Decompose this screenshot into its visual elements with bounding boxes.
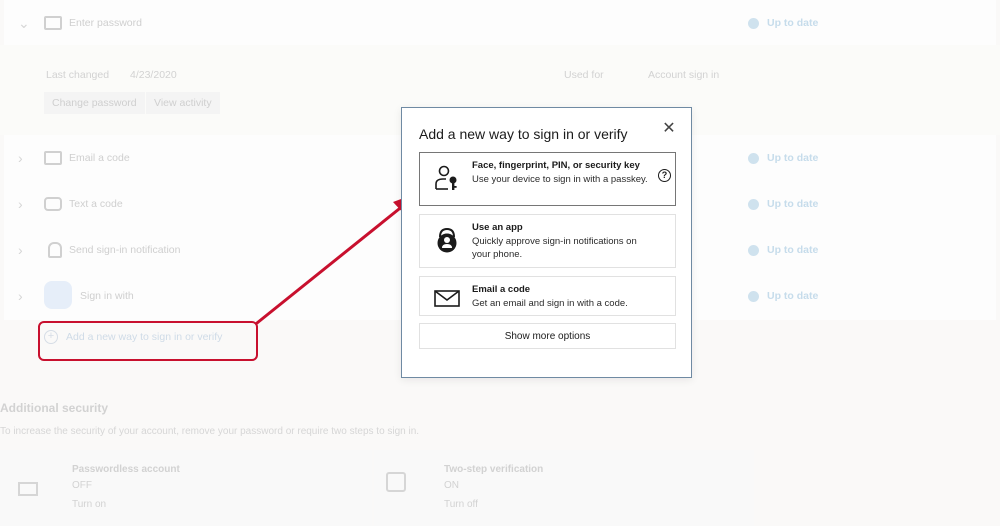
option-email-code[interactable]: Email a code Get an email and sign in wi… <box>419 276 676 316</box>
change-password-button[interactable]: Change password <box>44 92 145 114</box>
option-title: Use an app <box>472 222 523 233</box>
dialog-title: Add a new way to sign in or verify <box>419 126 628 142</box>
password-row-label: Enter password <box>69 17 142 29</box>
close-icon[interactable]: ✕ <box>661 121 677 137</box>
two-step-tile[interactable]: Two-step verification ON Turn off <box>374 450 754 526</box>
option-description: Get an email and sign in with a code. <box>472 298 628 309</box>
last-changed-value: 4/23/2020 <box>130 69 177 81</box>
chevron-down-icon[interactable]: ⌄ <box>18 15 30 32</box>
method-label: Send sign-in notification <box>69 244 181 256</box>
passwordless-state: OFF <box>72 480 92 491</box>
annotation-highlight-box <box>38 321 258 361</box>
status-dot-icon <box>748 152 759 164</box>
status-dot-icon <box>748 17 759 29</box>
chat-icon <box>44 197 62 211</box>
additional-security-title: Additional security <box>0 401 109 415</box>
passwordless-title: Passwordless account <box>72 464 180 475</box>
last-changed-label: Last changed <box>46 69 110 81</box>
option-title: Email a code <box>472 284 531 295</box>
status-dot-icon <box>748 198 759 210</box>
two-step-title: Two-step verification <box>444 464 544 475</box>
status-badge: Up to date <box>748 198 818 210</box>
method-label: Sign in with <box>80 290 134 302</box>
password-row[interactable]: ⌄ Enter password Up to date <box>4 0 996 45</box>
envelope-icon <box>44 151 62 165</box>
additional-security-description: To increase the security of your account… <box>0 426 420 437</box>
status-badge: Up to date <box>748 17 818 29</box>
chevron-right-icon[interactable]: › <box>18 150 23 166</box>
used-for-label: Used for <box>564 69 604 81</box>
envelope-icon <box>434 290 460 307</box>
option-title: Face, fingerprint, PIN, or security key <box>472 160 640 171</box>
password-icon <box>44 16 62 30</box>
option-use-app[interactable]: Use an app Quickly approve sign-in notif… <box>419 214 676 268</box>
help-icon[interactable]: ? <box>658 169 671 182</box>
passwordless-tile[interactable]: Passwordless account OFF Turn on <box>0 450 372 526</box>
lock-icon <box>48 242 62 258</box>
option-passkey[interactable]: Face, fingerprint, PIN, or security key … <box>419 152 676 206</box>
person-key-icon <box>435 165 457 190</box>
status-dot-icon <box>748 290 759 302</box>
add-signin-method-dialog: Add a new way to sign in or verify ✕ Fac… <box>401 107 692 378</box>
avatar <box>44 281 72 309</box>
passwordless-action[interactable]: Turn on <box>72 499 106 510</box>
two-step-state: ON <box>444 480 459 491</box>
method-label: Text a code <box>69 198 123 210</box>
show-more-options-button[interactable]: Show more options <box>419 323 676 349</box>
used-for-value: Account sign in <box>648 69 720 81</box>
two-step-action[interactable]: Turn off <box>444 499 478 510</box>
status-dot-icon <box>748 244 759 256</box>
status-badge: Up to date <box>748 290 818 302</box>
chevron-right-icon[interactable]: › <box>18 242 23 258</box>
authenticator-app-icon <box>437 227 457 253</box>
status-badge: Up to date <box>748 244 818 256</box>
view-activity-button[interactable]: View activity <box>146 92 220 114</box>
option-description: Use your device to sign in with a passke… <box>472 174 648 185</box>
password-icon <box>18 482 38 496</box>
method-label: Email a code <box>69 152 130 164</box>
status-badge: Up to date <box>748 152 818 164</box>
chevron-right-icon[interactable]: › <box>18 196 23 212</box>
option-description: Quickly approve sign-in notifications on… <box>472 236 637 260</box>
chevron-right-icon[interactable]: › <box>18 288 23 304</box>
checklist-icon <box>386 472 406 492</box>
